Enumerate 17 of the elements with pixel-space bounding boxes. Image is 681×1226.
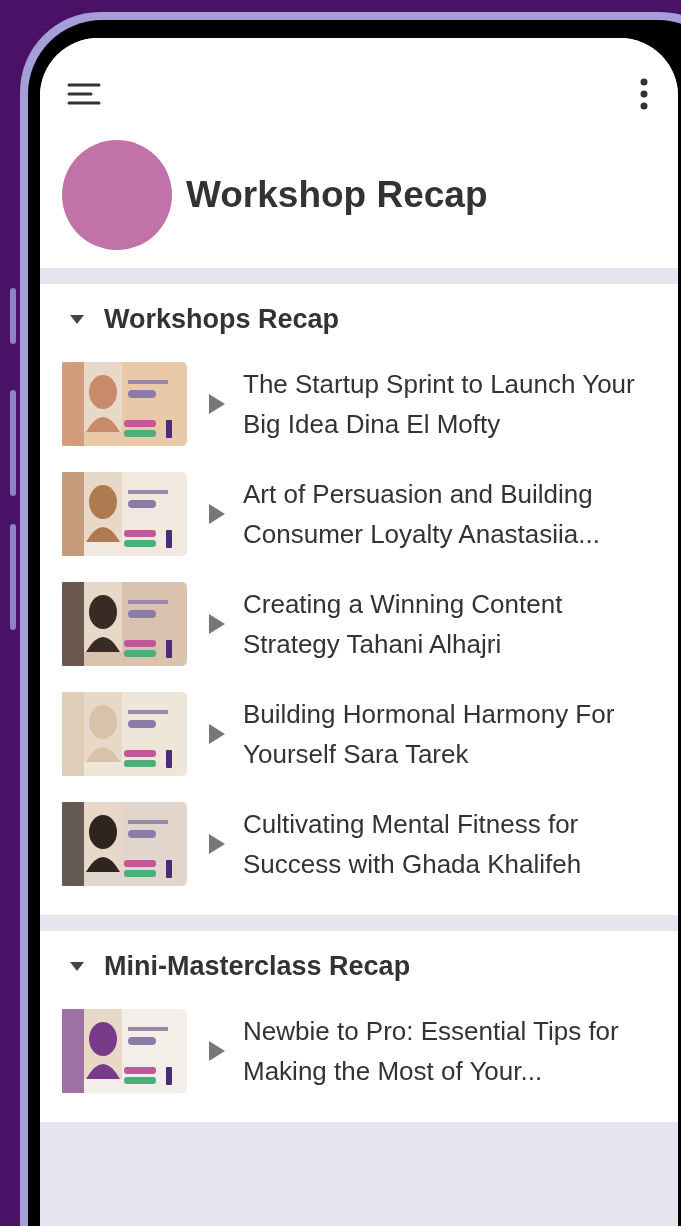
recording-title[interactable]: Cultivating Mental Fitness for Success with Ghada Khalifeh — [243, 804, 653, 884]
play-icon[interactable] — [209, 834, 225, 854]
recording-title[interactable]: Newbie to Pro: Essential Tips for Making the Most of Your... — [243, 1011, 653, 1091]
play-icon[interactable] — [209, 1041, 225, 1061]
section-header[interactable]: Workshops Recap — [62, 294, 678, 349]
recording-title[interactable]: Art of Persuasion and Building Consumer Loyalty Anastasiia... — [243, 474, 653, 554]
more-options-icon[interactable] — [640, 78, 648, 110]
section-header[interactable]: Mini-Masterclass Recap — [62, 941, 678, 996]
page-title: Workshop Recap — [186, 174, 488, 216]
play-icon[interactable] — [209, 614, 225, 634]
recording-title[interactable]: Creating a Winning Content Strategy Tahani Alhajri — [243, 584, 653, 664]
recording-title[interactable]: Building Hormonal Harmony For Yourself Sara Tarek — [243, 694, 653, 774]
menu-icon[interactable] — [67, 82, 101, 106]
play-icon[interactable] — [209, 394, 225, 414]
play-icon[interactable] — [209, 724, 225, 744]
recording-title[interactable]: The Startup Sprint to Launch Your Big Idea Dina El Mofty — [243, 364, 653, 444]
play-icon[interactable] — [209, 504, 225, 524]
